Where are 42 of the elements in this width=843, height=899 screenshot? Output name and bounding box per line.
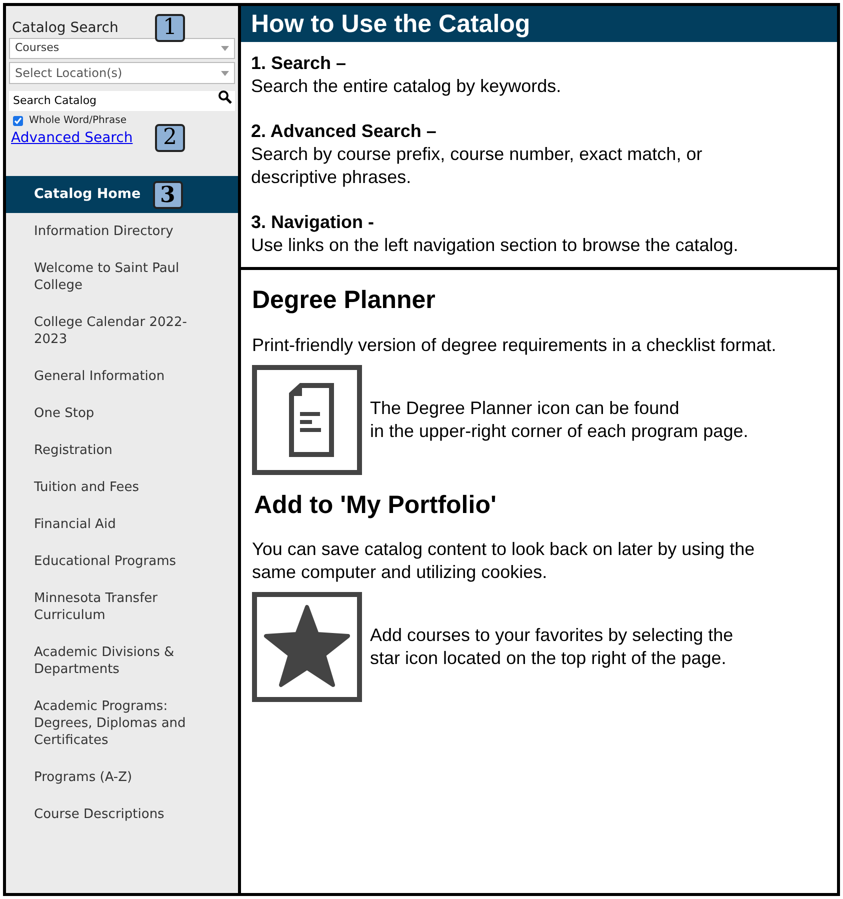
- nav-item[interactable]: Registration: [6, 432, 238, 469]
- nav-item[interactable]: Catalog Home 3: [6, 176, 238, 213]
- document-icon: [252, 364, 362, 474]
- caret-icon: [221, 70, 229, 76]
- nav-item[interactable]: Academic Programs: Degrees, Diplomas and Certificates: [6, 688, 238, 759]
- step-heading: 3. Navigation -: [251, 211, 376, 234]
- search-field[interactable]: Search Catalog: [9, 90, 235, 110]
- advanced-search-link[interactable]: Advanced Search: [11, 128, 133, 148]
- whole-word-label: Whole Word/Phrase: [29, 114, 126, 128]
- caret-icon: [221, 46, 229, 51]
- location-select[interactable]: Select Location(s): [9, 62, 235, 84]
- nav-item[interactable]: Information Directory: [6, 213, 238, 250]
- category-select[interactable]: Courses: [9, 38, 235, 59]
- nav-item[interactable]: General Information: [6, 358, 238, 395]
- nav-item[interactable]: Course Descriptions: [6, 796, 238, 833]
- callout-number: 2: [155, 124, 185, 152]
- feature-title: Add to 'My Portfolio': [253, 490, 498, 520]
- step-description: Use links on the left navigation section to browse the catalog.: [251, 234, 740, 257]
- nav-item[interactable]: College Calendar 2022-2023: [6, 304, 238, 358]
- feature-title: Degree Planner: [252, 285, 436, 316]
- whole-word-checkbox[interactable]: [13, 116, 23, 126]
- step-description: Search the entire catalog by keywords.: [251, 75, 562, 98]
- step-description: Search by course prefix, course number, exact match, or descriptive phrases.: [251, 143, 704, 189]
- how-to-title: How to Use the Catalog: [241, 6, 837, 42]
- nav-item[interactable]: Welcome to Saint Paul College: [6, 250, 238, 304]
- feature-note: Add courses to your favorites by selecting the star icon located on the top right of the page.: [370, 624, 734, 670]
- nav-item[interactable]: Educational Programs: [6, 543, 238, 580]
- callout-number: 1: [155, 14, 185, 42]
- nav-item[interactable]: Academic Divisions & Departments: [6, 634, 238, 688]
- step-heading: 2. Advanced Search –: [251, 120, 438, 143]
- nav-item[interactable]: One Stop: [6, 395, 238, 432]
- feature-description: You can save catalog content to look back on later by using the same computer and utilizing cookies.: [252, 538, 756, 584]
- nav-item[interactable]: Programs (A-Z): [6, 759, 238, 796]
- callout-number: 3: [152, 180, 183, 208]
- search-title: Catalog Search: [12, 18, 118, 38]
- feature-note: The Degree Planner icon can be found in the upper-right corner of each program page.: [370, 396, 748, 442]
- search-icon[interactable]: [218, 90, 232, 104]
- nav-item[interactable]: Minnesota Transfer Curriculum: [6, 580, 238, 634]
- step-heading: 1. Search –: [251, 52, 348, 75]
- feature-description: Print-friendly version of degree requirements in a checklist format.: [252, 334, 778, 356]
- nav-item[interactable]: Financial Aid: [6, 506, 238, 543]
- nav-item[interactable]: Tuition and Fees: [6, 469, 238, 506]
